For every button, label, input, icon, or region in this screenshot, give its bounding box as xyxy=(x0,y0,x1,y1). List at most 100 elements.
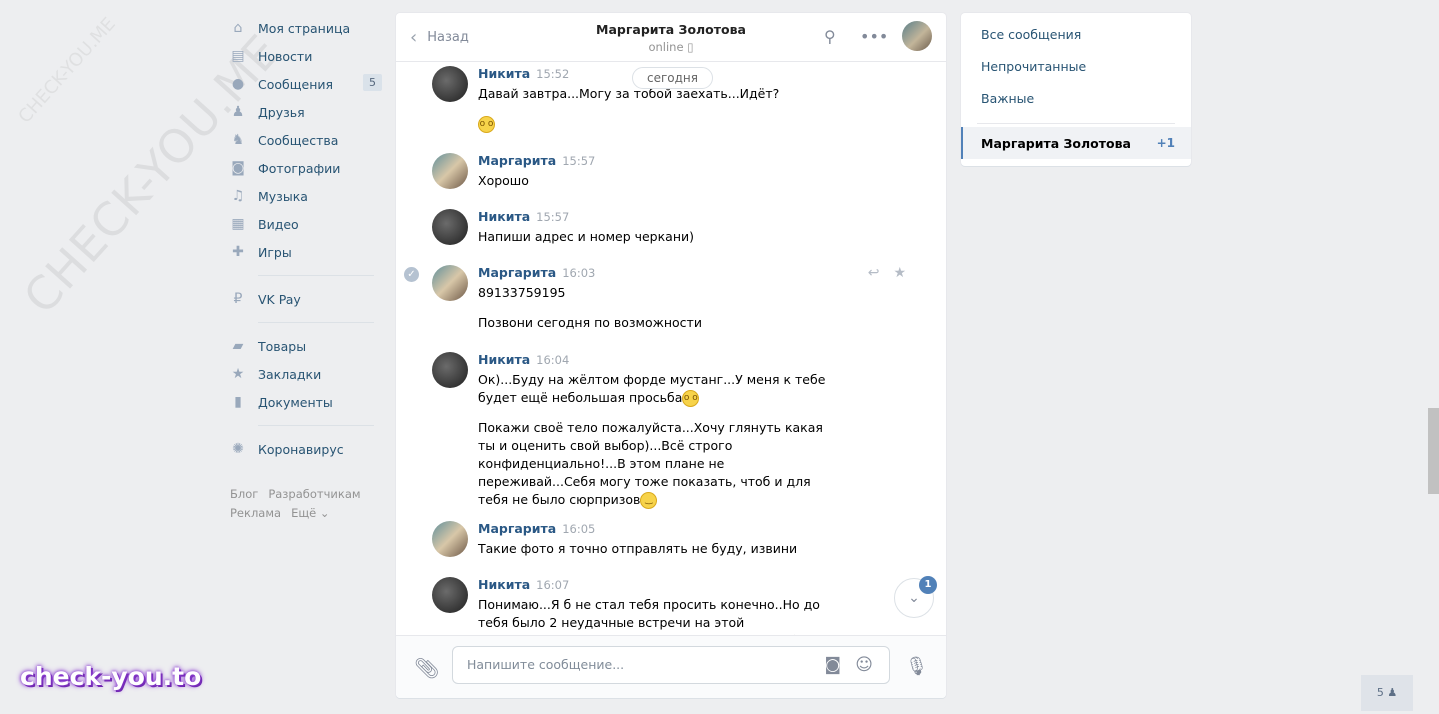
message-author[interactable]: Никита xyxy=(478,209,530,224)
online-count: 5 xyxy=(1376,686,1384,699)
avatar[interactable] xyxy=(432,577,468,613)
nav-label: Сообщения xyxy=(258,76,334,92)
message-author[interactable]: Маргарита xyxy=(478,153,556,168)
filter-unread[interactable]: Непрочитанные xyxy=(981,59,1086,74)
avatar[interactable] xyxy=(432,153,468,189)
nav-item-friends[interactable]: ♟ Друзья xyxy=(230,98,382,126)
nav-label: Моя страница xyxy=(258,20,351,36)
nav-footer: Блог Разработчикам Реклама Ещё ⌄ xyxy=(230,485,382,523)
message-group[interactable]: Никита 15:57 Напиши адрес и номер черкани… xyxy=(432,209,872,246)
vk-pay-icon: ₽ xyxy=(233,291,243,307)
message-author[interactable]: Никита xyxy=(478,577,530,592)
online-friends-button[interactable]: 5 ♟ xyxy=(1361,675,1413,711)
message-history[interactable]: сегодня Никита 15:52 Давай завтра...Могу … xyxy=(396,62,946,635)
nav-item-groups[interactable]: ♞ Сообщества xyxy=(230,126,382,154)
message-group[interactable]: Никита 16:07 Понимаю...Я б не стал тебя п… xyxy=(432,577,832,635)
selected-check-icon[interactable]: ✓ xyxy=(404,267,419,282)
microphone-icon[interactable]: 🎙︎ xyxy=(905,656,928,677)
attach-icon[interactable]: 📎︎ xyxy=(414,656,439,680)
panel-divider xyxy=(977,123,1175,124)
nav-label: Новости xyxy=(258,48,313,64)
chevron-down-icon: ⌄ xyxy=(908,590,920,606)
reply-icon[interactable]: ↩ xyxy=(868,265,880,281)
nav-item-coronavirus[interactable]: ✺ Коронавирус xyxy=(230,435,382,463)
nav-item-photos[interactable]: ◙ Фотографии xyxy=(230,154,382,182)
music-icon: ♫ xyxy=(231,188,245,204)
message-text: Ок)...Буду на жёлтом форде мустанг...У м… xyxy=(478,371,832,407)
messages-icon: ● xyxy=(231,76,245,92)
nav-label: VK Pay xyxy=(258,291,301,307)
nav-item-vk-pay[interactable]: ₽ VK Pay xyxy=(230,285,382,313)
camera-icon: ◙ xyxy=(231,160,245,176)
message-composer: 📎︎ ◙ ☺ 🎙︎ xyxy=(396,635,946,698)
flushed-emoji-icon: o o xyxy=(682,390,700,407)
nav-item-bookmarks[interactable]: ★ Закладки xyxy=(230,360,382,388)
document-icon: ▮ xyxy=(234,394,242,410)
footer-link-developers[interactable]: Разработчикам xyxy=(268,487,360,501)
message-group[interactable]: Маргарита 15:57 Хорошо xyxy=(432,153,872,190)
more-icon[interactable]: ••• xyxy=(860,27,888,46)
active-conversation[interactable]: Маргарита Золотова +1 xyxy=(961,127,1191,159)
nav-item-messages[interactable]: ● Сообщения 5 xyxy=(230,70,382,98)
camera-icon[interactable]: ◙ xyxy=(825,655,842,675)
left-navigation: ⌂ Моя страница ▤ Новости ● Сообщения 5 ♟ Друз… xyxy=(230,14,382,523)
message-group[interactable]: Маргарита 16:05 Такие фото я точно отправ… xyxy=(432,521,872,558)
nav-label: Музыка xyxy=(258,188,308,204)
avatar[interactable] xyxy=(432,209,468,245)
search-icon[interactable]: ⚲ xyxy=(824,27,836,46)
footer-link-ads[interactable]: Реклама xyxy=(230,506,281,520)
chat-header: ‹ Назад Маргарита Золотова online ▯ ⚲ ••• xyxy=(396,13,946,62)
nav-item-games[interactable]: ✚ Игры xyxy=(230,238,382,266)
message-time: 15:57 xyxy=(562,154,596,168)
nav-label: Игры xyxy=(258,244,292,260)
message-input[interactable] xyxy=(465,656,799,673)
filter-important[interactable]: Важные xyxy=(981,91,1034,106)
message-group[interactable]: Никита 16:04 Ок)...Буду на жёлтом форде м… xyxy=(432,352,832,509)
peer-status-text: online xyxy=(648,40,684,54)
conversation-name: Маргарита Золотова xyxy=(981,136,1131,151)
nav-label: Друзья xyxy=(258,104,305,120)
message-actions: ↩ ★ xyxy=(854,265,906,281)
avatar[interactable] xyxy=(432,66,468,102)
nav-item-goods[interactable]: ▰ Товары xyxy=(230,332,382,360)
nav-item-video[interactable]: ▦ Видео xyxy=(230,210,382,238)
message-text: Покажи своё тело пожалуйста...Хочу гляну… xyxy=(478,419,832,509)
footer-link-blog[interactable]: Блог xyxy=(230,487,258,501)
message-group-selected[interactable]: ✓ Маргарита 16:03 89133759195 Позвони сег… xyxy=(404,265,906,332)
friends-icon: ♟ xyxy=(231,104,245,120)
message-author[interactable]: Никита xyxy=(478,352,530,367)
avatar[interactable] xyxy=(432,352,468,388)
filter-all-messages[interactable]: Все сообщения xyxy=(981,27,1081,42)
nav-item-my-page[interactable]: ⌂ Моя страница xyxy=(230,14,382,42)
message-input-box: ◙ ☺ xyxy=(452,646,890,684)
games-icon: ✚ xyxy=(232,244,244,260)
page-scrollbar[interactable] xyxy=(1428,408,1439,494)
nav-item-music[interactable]: ♫ Музыка xyxy=(230,182,382,210)
smile-emoji-icon: ‿ xyxy=(640,492,658,509)
message-author[interactable]: Маргарита xyxy=(478,265,556,280)
message-text-content: Ок)...Буду на жёлтом форде мустанг...У м… xyxy=(478,372,826,405)
nav-item-documents[interactable]: ▮ Документы xyxy=(230,388,382,416)
bag-icon: ▰ xyxy=(232,338,244,354)
video-icon: ▦ xyxy=(231,216,245,232)
nav-label: Коронавирус xyxy=(258,441,344,457)
star-icon[interactable]: ★ xyxy=(893,265,906,281)
emoji-icon[interactable]: ☺ xyxy=(855,655,873,675)
avatar[interactable] xyxy=(432,265,468,301)
message-author[interactable]: Маргарита xyxy=(478,521,556,536)
star-icon: ★ xyxy=(231,366,245,382)
footer-link-more[interactable]: Ещё ⌄ xyxy=(291,506,329,520)
nav-label: Товары xyxy=(258,338,307,354)
nav-label: Документы xyxy=(258,394,333,410)
conversation-unread-count: +1 xyxy=(1156,136,1175,150)
nav-item-news[interactable]: ▤ Новости xyxy=(230,42,382,70)
nav-label: Сообщества xyxy=(258,132,339,148)
avatar[interactable] xyxy=(432,521,468,557)
person-icon: ♟ xyxy=(1387,686,1398,699)
message-author[interactable]: Никита xyxy=(478,66,530,81)
home-icon: ⌂ xyxy=(233,20,243,36)
mobile-icon: ▯ xyxy=(687,40,694,54)
message-time: 16:07 xyxy=(536,578,570,592)
chat-window: ‹ Назад Маргарита Золотова online ▯ ⚲ •••… xyxy=(396,13,946,698)
peer-avatar[interactable] xyxy=(902,21,932,51)
